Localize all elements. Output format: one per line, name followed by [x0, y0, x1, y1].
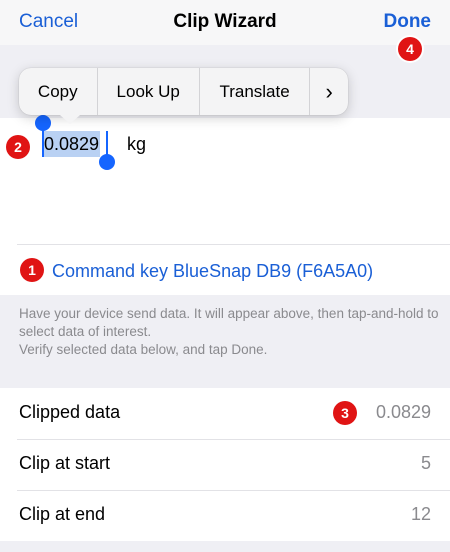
more-menu-chevron-icon[interactable]: › — [310, 68, 348, 115]
row-value: 5 — [420, 453, 431, 473]
divider — [17, 244, 450, 245]
annotation-badge-3: 3 — [333, 401, 357, 425]
clipped-data-row: Clipped data 0.0829 — [0, 388, 450, 439]
help-line-1: Have your device send data. It will appe… — [19, 306, 439, 339]
page-title: Clip Wizard — [173, 11, 277, 32]
clip-settings-card: Clipped data 0.0829 Clip at start 5 Clip… — [0, 388, 450, 541]
done-button[interactable]: Done — [384, 11, 432, 33]
copy-menu-item[interactable]: Copy — [19, 68, 98, 115]
row-value: 0.0829 — [375, 402, 431, 422]
translate-menu-item[interactable]: Translate — [200, 68, 311, 115]
clip-at-start-row[interactable]: Clip at start 5 — [0, 439, 450, 490]
help-text: Have your device send data. It will appe… — [19, 305, 439, 359]
selection-end-handle[interactable] — [99, 154, 115, 170]
row-label: Clip at end — [19, 504, 106, 524]
menu-pointer — [60, 115, 80, 124]
look-up-menu-item[interactable]: Look Up — [98, 68, 200, 115]
clip-at-end-row[interactable]: Clip at end 12 — [0, 490, 450, 541]
selection-start-handle[interactable] — [35, 115, 51, 131]
row-value: 12 — [410, 504, 431, 524]
help-line-2: Verify selected data below, and tap Done… — [19, 342, 268, 357]
row-label: Clip at start — [19, 453, 111, 473]
row-label: Clipped data — [19, 402, 121, 422]
nav-bar: Cancel Clip Wizard Done — [0, 0, 450, 45]
annotation-badge-4: 4 — [398, 37, 422, 61]
annotation-badge-2: 2 — [6, 135, 30, 159]
unit-label: kg — [127, 134, 147, 154]
command-key-link[interactable]: Command key BlueSnap DB9 (F6A5A0) — [52, 261, 373, 282]
annotation-badge-1: 1 — [20, 258, 44, 282]
edit-menu: Copy Look Up Translate › — [19, 68, 348, 115]
received-data-value[interactable]: 0.0829 — [43, 131, 101, 157]
